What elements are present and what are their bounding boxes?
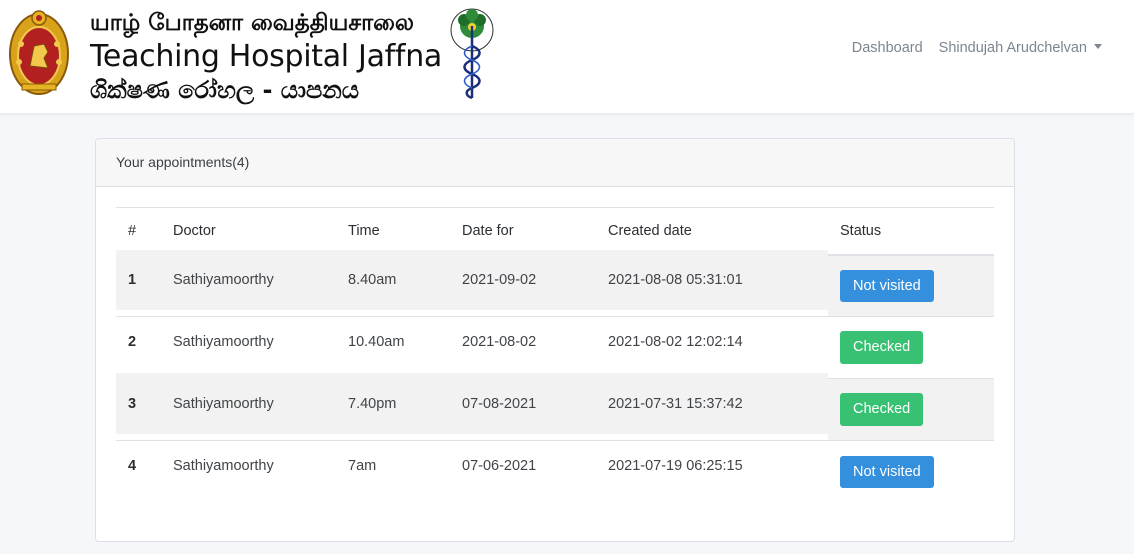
row-status-cell: Checked: [828, 378, 994, 441]
row-time: 7.40pm: [336, 372, 450, 435]
appointments-card: Your appointments(4) # Doctor Time Date …: [95, 138, 1015, 542]
status-checked-button[interactable]: Checked: [840, 393, 924, 426]
status-checked-button[interactable]: Checked: [840, 331, 924, 364]
hospital-caduceus-logo-icon: [450, 8, 494, 100]
table-row: 1 Sathiyamoorthy 8.40am 2021-09-02 2021-…: [116, 248, 994, 317]
chevron-down-icon: [1094, 43, 1102, 49]
row-number: 3: [116, 372, 161, 435]
nav-links: Dashboard Shindujah Arudchelvan: [836, 40, 1102, 56]
row-time: 10.40am: [336, 310, 450, 373]
status-not-visited-button[interactable]: Not visited: [840, 269, 934, 302]
row-doctor: Sathiyamoorthy: [161, 248, 336, 311]
row-doctor: Sathiyamoorthy: [161, 372, 336, 435]
brand-tamil-name: யாழ் போதனா வைத்தியசாலை: [90, 10, 414, 36]
user-menu-dropdown[interactable]: Shindujah Arudchelvan: [939, 40, 1102, 56]
brand-english-name: Teaching Hospital Jaffna: [90, 39, 442, 74]
row-created-date: 2021-08-08 05:31:01: [596, 248, 828, 311]
user-name: Shindujah Arudchelvan: [938, 40, 1087, 56]
hospital-brand[interactable]: யாழ் போதனா வைத்தியசாலை Teaching Hospital…: [8, 4, 496, 104]
table-row: 4 Sathiyamoorthy 7am 07-06-2021 2021-07-…: [116, 434, 994, 503]
row-created-date: 2021-08-02 12:02:14: [596, 310, 828, 373]
appointments-table: # Doctor Time Date for Created date Stat…: [116, 207, 994, 503]
column-header-time: Time: [336, 207, 450, 256]
row-status-cell: Checked: [828, 316, 994, 379]
row-number: 4: [116, 434, 161, 497]
row-created-date: 2021-07-19 06:25:15: [596, 434, 828, 497]
sri-lanka-emblem-icon: [9, 10, 69, 95]
column-header-doctor: Doctor: [161, 207, 336, 256]
row-date-for: 07-06-2021: [450, 434, 596, 497]
nav-dashboard-link[interactable]: Dashboard: [852, 40, 923, 56]
row-doctor: Sathiyamoorthy: [161, 434, 336, 497]
row-date-for: 2021-08-02: [450, 310, 596, 373]
row-created-date: 2021-07-31 15:37:42: [596, 372, 828, 435]
row-status-cell: Not visited: [828, 440, 994, 503]
row-time: 8.40am: [336, 248, 450, 311]
row-time: 7am: [336, 434, 450, 497]
row-number: 1: [116, 248, 161, 311]
column-header-created-date: Created date: [596, 207, 828, 256]
brand-sinhala-name: ශික්ෂණ රෝහල - යාපනය: [90, 76, 359, 104]
column-header-date-for: Date for: [450, 207, 596, 256]
table-row: 3 Sathiyamoorthy 7.40pm 07-08-2021 2021-…: [116, 372, 994, 441]
row-number: 2: [116, 310, 161, 373]
appointments-table-wrapper: # Doctor Time Date for Created date Stat…: [116, 207, 994, 503]
status-not-visited-button[interactable]: Not visited: [840, 455, 934, 488]
row-date-for: 07-08-2021: [450, 372, 596, 435]
column-header-status: Status: [828, 207, 994, 256]
row-date-for: 2021-09-02: [450, 248, 596, 311]
table-header: # Doctor Time Date for Created date Stat…: [116, 207, 994, 256]
column-header-number: #: [116, 207, 161, 256]
table-row: 2 Sathiyamoorthy 10.40am 2021-08-02 2021…: [116, 310, 994, 379]
appointments-card-title: Your appointments(4): [96, 139, 1014, 187]
row-doctor: Sathiyamoorthy: [161, 310, 336, 373]
row-status-cell: Not visited: [828, 254, 994, 317]
top-navbar: யாழ் போதனா வைத்தியசாலை Teaching Hospital…: [0, 0, 1134, 114]
table-body: 1 Sathiyamoorthy 8.40am 2021-09-02 2021-…: [116, 248, 994, 503]
